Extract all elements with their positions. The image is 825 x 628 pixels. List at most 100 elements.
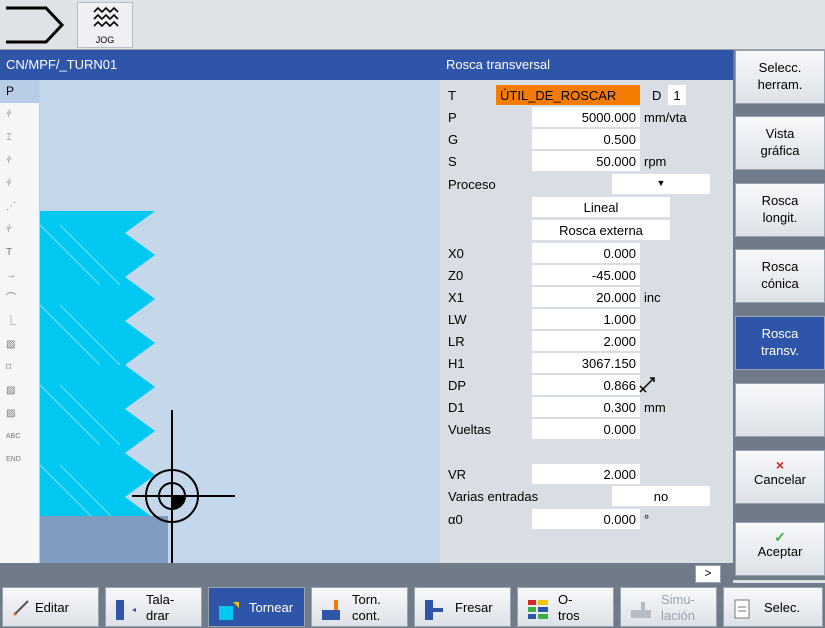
mill-softkey[interactable]: Fresar — [414, 587, 511, 627]
pitch-unit[interactable]: mm/vta — [644, 110, 687, 125]
longitudinal-thread-label: Rosca longit. — [761, 193, 799, 225]
x1-unit[interactable]: inc — [644, 290, 661, 305]
contour-turn-label: Torn. cont. — [352, 592, 381, 623]
thread-type-field[interactable]: Rosca externa — [532, 220, 670, 240]
tool-field[interactable]: ÚTIL_DE_ROSCAR — [496, 85, 640, 105]
pocket-step-icon[interactable]: ⌑ — [0, 356, 39, 379]
tool-step-icon[interactable]: T — [0, 241, 39, 264]
thread-step-icon-4[interactable]: ⫩ — [0, 218, 39, 241]
mill-icon — [425, 600, 443, 620]
status-bar — [0, 563, 733, 583]
program-header-icon[interactable]: P — [0, 80, 39, 103]
contour-step-icon[interactable]: ⎿ — [0, 310, 39, 333]
simulation-softkey[interactable]: Simu- lación — [620, 587, 717, 627]
turn-icon — [219, 602, 239, 620]
select-softkey[interactable]: Selec. — [723, 587, 823, 627]
graphic-pane: P ⫩ ⌶ ⫩ ⫩ ⋰ ⫩ T → ⌒ ⎿ ▨ ⌑ ▨ ▨ ABC END — [0, 80, 440, 563]
graphic-view-label: Vista gráfica — [760, 126, 800, 158]
face-thread-softkey[interactable]: Rosca transv. — [735, 316, 825, 370]
pitch-row: P 5000.000 mm/vta — [440, 107, 733, 127]
simulation-label: Simu- lación — [661, 592, 695, 623]
lr-field[interactable]: 2.000 — [532, 331, 640, 351]
cancel-softkey[interactable]: × Cancelar — [735, 450, 825, 504]
pitch-field[interactable]: 5000.000 — [532, 107, 640, 127]
speed-unit[interactable]: rpm — [644, 154, 666, 169]
z0-label: Z0 — [448, 268, 464, 283]
d1-unit[interactable]: mm — [644, 400, 666, 415]
lr-label: LR — [448, 334, 465, 349]
turn-label: Tornear — [249, 600, 294, 615]
h1-label: H1 — [448, 356, 465, 371]
accept-softkey[interactable]: ✓ Aceptar — [735, 522, 825, 576]
vertical-softkey-bar: Selecc. herram. Vista gráfica Rosca long… — [733, 50, 825, 580]
top-bar: JOG — [0, 0, 825, 50]
g-field[interactable]: 0.500 — [532, 129, 640, 149]
arc-step-icon[interactable]: ⌒ — [0, 287, 39, 310]
longitudinal-thread-softkey[interactable]: Rosca longit. — [735, 183, 825, 237]
thread-step-icon[interactable]: ⫩ — [0, 103, 39, 126]
h1-field[interactable]: 3067.150 — [532, 353, 640, 373]
dp-field[interactable]: 0.866 — [532, 375, 640, 395]
program-icon-strip: P ⫩ ⌶ ⫩ ⫩ ⋰ ⫩ T → ⌒ ⎿ ▨ ⌑ ▨ ▨ ABC END — [0, 80, 40, 563]
process-mode-row: Lineal — [440, 197, 733, 217]
d-field[interactable]: 1 — [668, 85, 686, 105]
infeed-angle-icon[interactable] — [636, 374, 658, 396]
scroll-right-arrow[interactable]: > — [695, 565, 721, 583]
end-step-icon[interactable]: END — [0, 448, 39, 471]
lr-row: LR 2.000 — [440, 331, 733, 351]
empty-softkey[interactable] — [735, 383, 825, 437]
x1-field[interactable]: 20.000 — [532, 287, 640, 307]
contour-turn-softkey[interactable]: Torn. cont. — [311, 587, 408, 627]
pencil-icon — [13, 600, 29, 616]
vueltas-label: Vueltas — [448, 422, 491, 437]
drill-softkey[interactable]: Tala- drar — [105, 587, 202, 627]
pattern-step-icon-2[interactable]: ▨ — [0, 379, 39, 402]
vr-label: VR — [448, 467, 467, 482]
alpha0-unit: ° — [644, 512, 650, 527]
thread-type-row: Rosca externa — [440, 220, 733, 240]
pattern-step-icon[interactable]: ▨ — [0, 333, 39, 356]
jog-mode-indicator[interactable]: JOG — [77, 2, 133, 48]
multi-start-field[interactable]: no — [612, 486, 710, 506]
graphic-view-softkey[interactable]: Vista gráfica — [735, 116, 825, 170]
line-step-icon[interactable]: → — [0, 264, 39, 287]
z0-field[interactable]: -45.000 — [532, 265, 640, 285]
multi-start-row: Varias entradas no — [440, 486, 733, 506]
x0-field[interactable]: 0.000 — [532, 243, 640, 263]
thread-step-icon-2[interactable]: ⫩ — [0, 149, 39, 172]
contour-turn-icon — [322, 600, 340, 620]
alpha0-row: α0 0.000 ° — [440, 509, 733, 529]
x0-label: X0 — [448, 246, 464, 261]
process-mode-field[interactable]: Lineal — [532, 197, 670, 217]
lw-field[interactable]: 1.000 — [532, 309, 640, 329]
vr-field[interactable]: 2.000 — [532, 464, 640, 484]
edit-softkey[interactable]: Editar — [2, 587, 99, 627]
g-row: G 0.500 — [440, 129, 733, 149]
select-tool-softkey[interactable]: Selecc. herram. — [735, 50, 825, 104]
speed-label: S — [448, 154, 457, 169]
alpha0-field[interactable]: 0.000 — [532, 509, 640, 529]
others-softkey[interactable]: O- tros — [517, 587, 614, 627]
alpha0-label: α0 — [448, 512, 463, 527]
taper-thread-softkey[interactable]: Rosca cónica — [735, 249, 825, 303]
pattern-step-icon-3[interactable]: ▨ — [0, 402, 39, 425]
face-thread-label: Rosca transv. — [760, 326, 800, 358]
d1-field[interactable]: 0.300 — [532, 397, 640, 417]
tool-label: T — [448, 88, 456, 103]
thread-graphic — [40, 211, 235, 563]
z0-row: Z0 -45.000 — [440, 265, 733, 285]
jog-wave-icon — [93, 7, 119, 28]
vr-row: VR 2.000 — [440, 464, 733, 484]
cycle-title: Rosca transversal — [440, 50, 733, 80]
drill-icon — [116, 600, 136, 620]
process-dropdown[interactable]: ▼ — [612, 174, 710, 194]
vueltas-field[interactable]: 0.000 — [532, 419, 640, 439]
cut-step-icon[interactable]: ⋰ — [0, 195, 39, 218]
nc-select-icon — [734, 599, 750, 619]
turn-softkey[interactable]: Tornear — [208, 587, 305, 627]
others-label: O- tros — [558, 592, 580, 623]
speed-field[interactable]: 50.000 — [532, 151, 640, 171]
thread-step-icon-3[interactable]: ⫩ — [0, 172, 39, 195]
abc-step-icon[interactable]: ABC — [0, 425, 39, 448]
drill-step-icon[interactable]: ⌶ — [0, 126, 39, 149]
